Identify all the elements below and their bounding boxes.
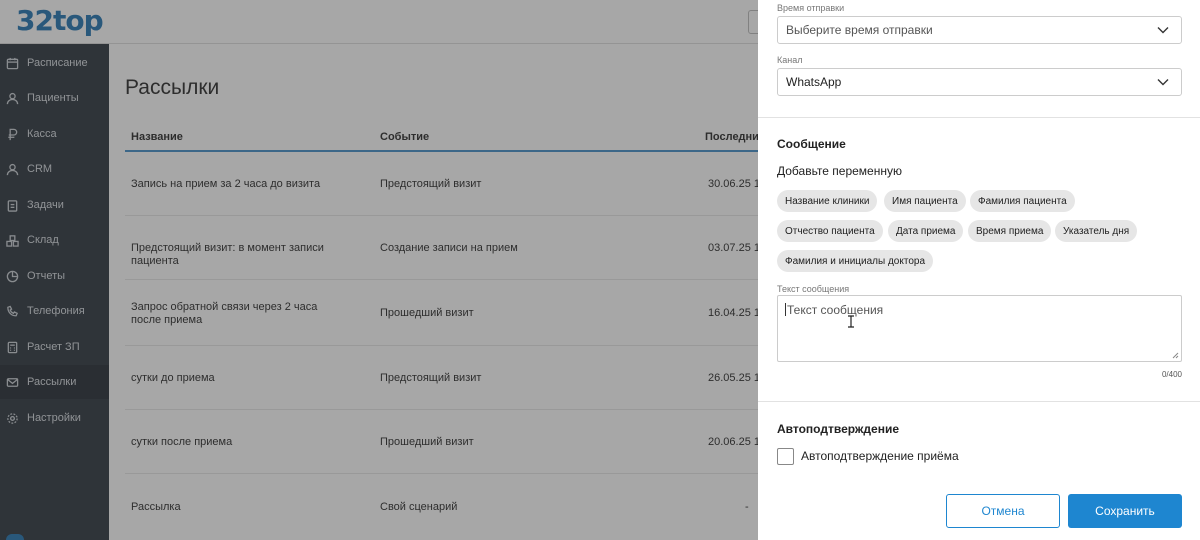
- send-time-select[interactable]: Выберите время отправки: [777, 16, 1182, 44]
- channel-label: Канал: [777, 55, 803, 65]
- text-caret: [785, 303, 786, 316]
- section-divider: [758, 117, 1200, 118]
- save-button[interactable]: Сохранить: [1068, 494, 1182, 528]
- message-text-placeholder: Текст сообщения: [787, 303, 884, 317]
- autoconfirm-section-title: Автоподтверждение: [777, 422, 900, 436]
- autoconfirm-checkbox-label[interactable]: Автоподтверждение приёма: [801, 449, 959, 463]
- variable-chip-doctor-initials[interactable]: Фамилия и инициалы доктора: [777, 250, 934, 272]
- text-cursor-icon: [848, 315, 854, 328]
- variable-chip-day-indicator[interactable]: Указатель дня: [1055, 220, 1138, 242]
- message-section-title: Сообщение: [777, 137, 846, 151]
- autoconfirm-checkbox[interactable]: [777, 448, 794, 465]
- send-time-placeholder: Выберите время отправки: [786, 23, 933, 37]
- message-text-label: Текст сообщения: [777, 284, 850, 294]
- variable-chip-patient-first-name[interactable]: Имя пациента: [884, 190, 966, 212]
- message-text-input[interactable]: Текст сообщения: [777, 295, 1182, 362]
- chevron-down-icon: [1157, 27, 1169, 34]
- variable-chip-appointment-time[interactable]: Время приема: [968, 220, 1052, 242]
- mailing-edit-drawer: Время отправки Выберите время отправки К…: [758, 0, 1200, 540]
- variable-chip-patient-last-name[interactable]: Фамилия пациента: [970, 190, 1075, 212]
- chevron-down-icon: [1157, 79, 1169, 86]
- variable-chip-patient-patronymic[interactable]: Отчество пациента: [777, 220, 883, 242]
- resize-handle-icon[interactable]: [1172, 352, 1179, 359]
- channel-value: WhatsApp: [786, 75, 842, 89]
- channel-select[interactable]: WhatsApp: [777, 68, 1182, 96]
- send-time-label: Время отправки: [777, 3, 845, 13]
- section-divider: [758, 401, 1200, 402]
- add-variable-label: Добавьте переменную: [777, 164, 902, 178]
- variable-chip-clinic-name[interactable]: Название клиники: [777, 190, 878, 212]
- modal-backdrop[interactable]: [0, 0, 758, 540]
- variable-chip-appointment-date[interactable]: Дата приема: [888, 220, 964, 242]
- character-counter: 0/400: [1161, 370, 1182, 379]
- cancel-button[interactable]: Отмена: [946, 494, 1060, 528]
